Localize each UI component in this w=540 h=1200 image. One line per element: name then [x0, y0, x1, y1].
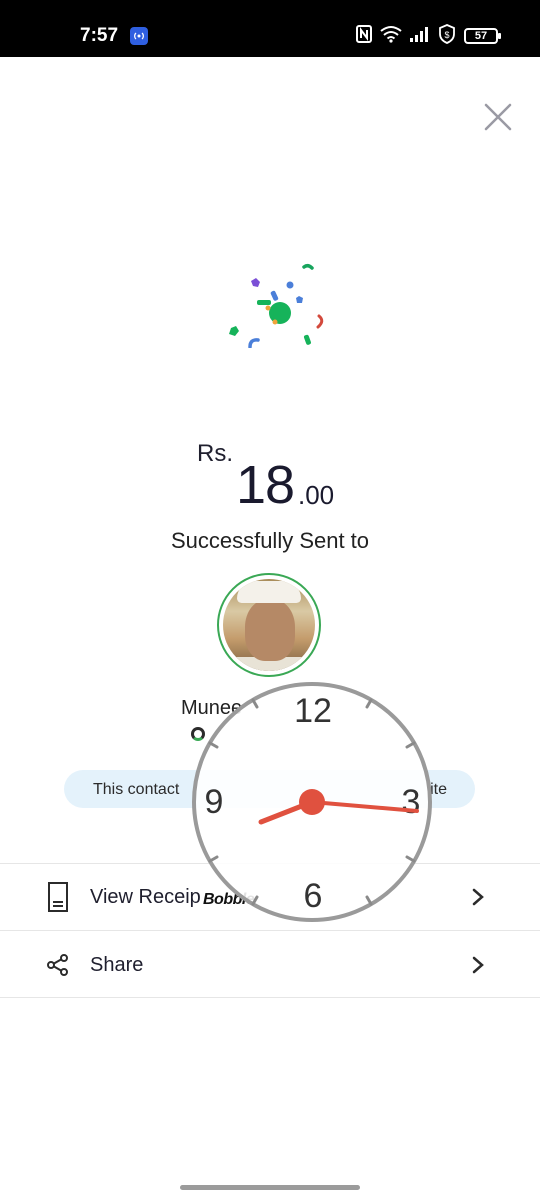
share-icon — [45, 950, 71, 980]
chevron-right-icon — [468, 952, 488, 978]
clock-overlay: 12 3 6 9 — [190, 680, 434, 924]
home-indicator[interactable] — [180, 1185, 360, 1190]
share-row[interactable]: Share — [0, 932, 540, 998]
payment-amount: Rs. 18 .00 — [0, 440, 540, 515]
vpn-icon: $ — [438, 23, 456, 49]
close-button[interactable] — [478, 97, 518, 137]
signal-icon — [410, 26, 430, 47]
clock-number-6: 6 — [304, 877, 323, 915]
success-confetti-illustration — [220, 258, 335, 349]
svg-text:$: $ — [444, 30, 449, 40]
clock-number-12: 12 — [294, 692, 332, 730]
close-icon — [484, 103, 512, 131]
payment-status-text: Successfully Sent to — [170, 528, 370, 553]
recipient-avatar — [217, 573, 321, 677]
amount-decimal: .00 — [298, 480, 335, 510]
currency-label: Rs. — [197, 440, 233, 467]
contact-notice-text: This contact — [93, 781, 180, 798]
hotspot-icon — [130, 27, 148, 45]
status-time: 7:57 — [80, 25, 119, 46]
status-bar: 7:57 $ 57 — [0, 0, 540, 57]
divider — [0, 997, 540, 998]
view-receipt-label: View Receip — [90, 886, 201, 908]
nfc-icon — [356, 24, 372, 48]
chevron-right-icon — [468, 884, 488, 910]
clock-number-9: 9 — [205, 783, 224, 821]
wifi-icon — [380, 25, 402, 48]
clock-number-3: 3 — [402, 783, 421, 821]
share-label: Share — [90, 954, 144, 976]
divider — [0, 930, 540, 931]
receipt-icon — [45, 882, 71, 912]
amount-integer: 18 — [236, 455, 295, 515]
battery-icon: 57 — [464, 28, 501, 44]
